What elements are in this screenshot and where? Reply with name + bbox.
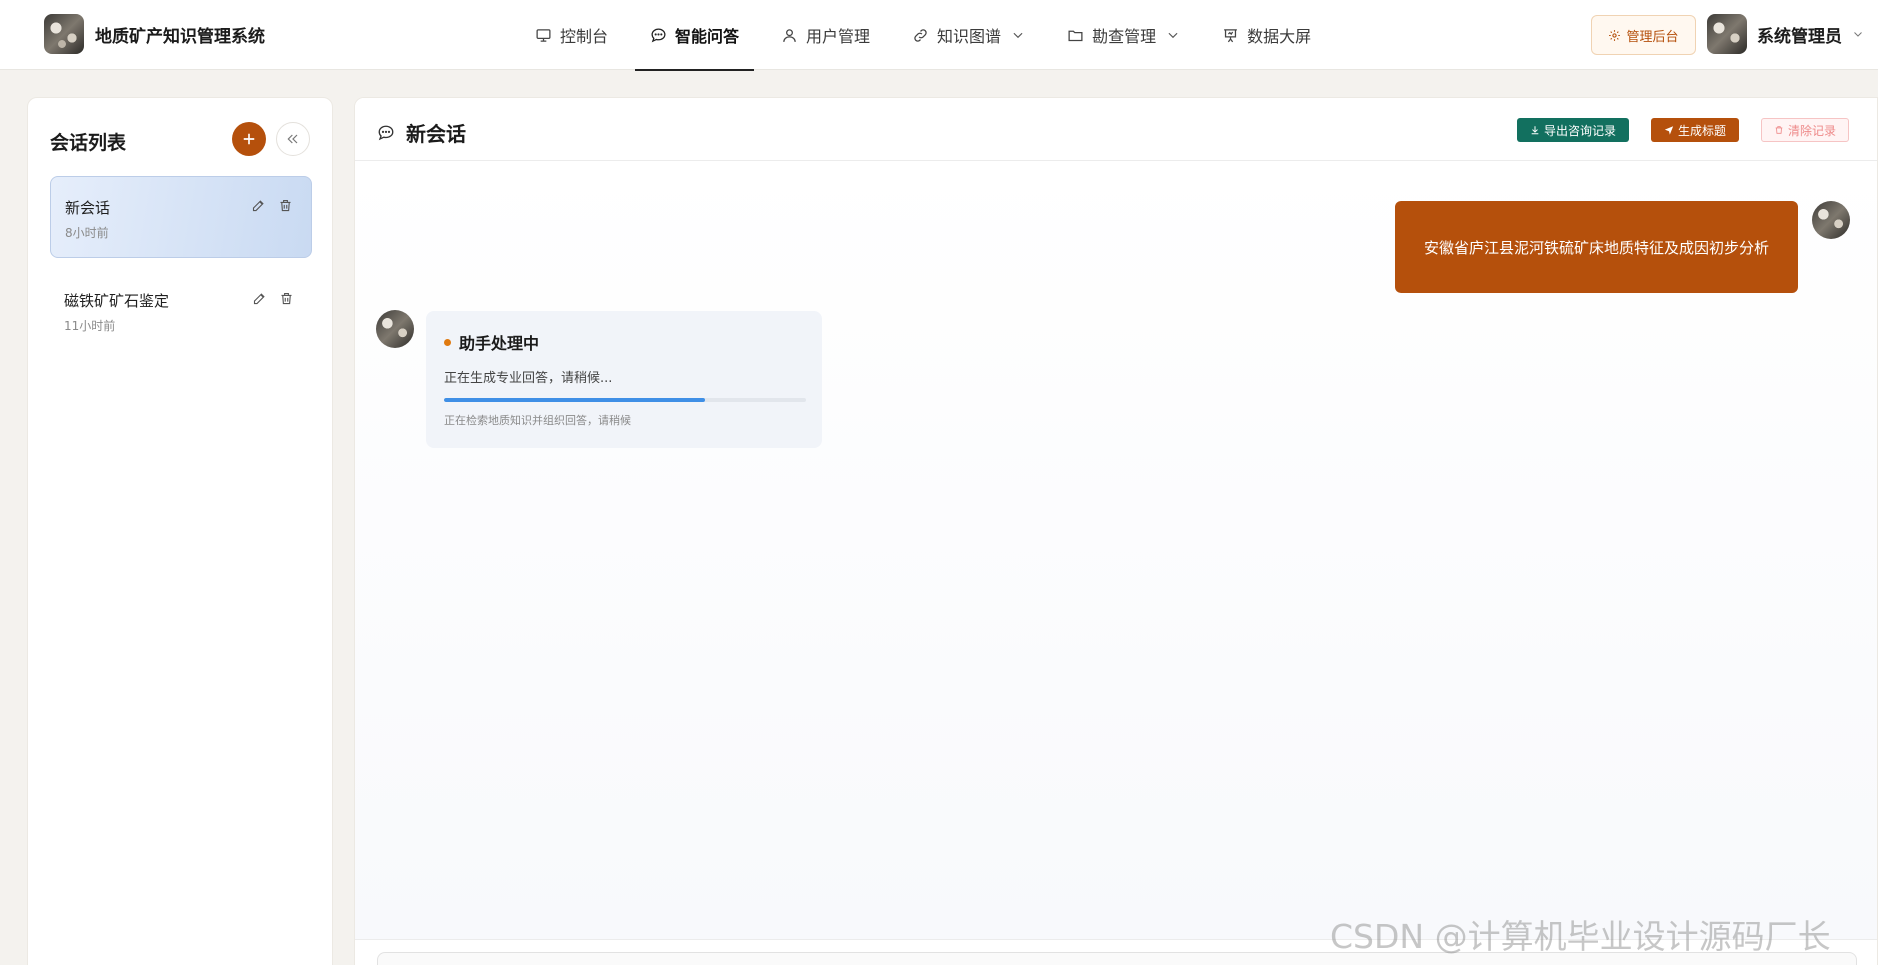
progress-fill <box>444 398 705 402</box>
new-conversation-button[interactable] <box>232 122 266 156</box>
conversation-name: 新会话 <box>65 199 111 217</box>
assistant-avatar <box>376 310 414 348</box>
nav-item-knowledge-graph[interactable]: 知识图谱 <box>897 0 1040 70</box>
main-nav: 控制台 智能问答 用户管理 知识图谱 勘查管理 数据大屏 <box>520 0 1326 71</box>
nav-label: 知识图谱 <box>937 27 1002 46</box>
chat-title: 新会话 <box>377 118 466 147</box>
folder-icon <box>1068 30 1083 41</box>
watermark: CSDN @计算机毕业设计源码厂长 <box>1330 917 1831 956</box>
download-icon <box>1531 126 1539 135</box>
nav-label: 用户管理 <box>806 27 871 46</box>
conversation-actions <box>240 291 294 306</box>
chat-bubble-icon <box>651 27 666 42</box>
nav-item-dashboard[interactable]: 控制台 <box>520 0 623 70</box>
nav-label: 控制台 <box>560 27 609 46</box>
chevron-down-icon <box>1013 32 1023 39</box>
user-name: 系统管理员 <box>1757 26 1842 47</box>
app-logo <box>44 14 84 54</box>
clear-button-label: 清除记录 <box>1787 123 1836 138</box>
chat-panel: 新会话 导出咨询记录 生成标题 清除记录 安徽省庐江县泥河铁硫矿床地质特征及成因… <box>354 97 1878 965</box>
chat-header: 新会话 导出咨询记录 生成标题 清除记录 <box>355 98 1877 161</box>
conversation-name: 磁铁矿矿石鉴定 <box>64 292 170 310</box>
admin-button-label: 管理后台 <box>1626 29 1679 45</box>
top-navbar: 地质矿产知识管理系统 控制台 智能问答 用户管理 知识图谱 勘查管理 数据大屏 … <box>0 0 1878 71</box>
collapse-sidebar-button[interactable] <box>276 122 310 156</box>
edit-icon[interactable] <box>252 291 267 306</box>
double-chevron-left-icon <box>287 134 298 144</box>
nav-label: 数据大屏 <box>1247 27 1312 46</box>
conversation-time: 11小时前 <box>64 319 116 333</box>
sidebar-header: 会话列表 <box>50 120 312 160</box>
monitor-icon <box>536 28 551 42</box>
conversation-item[interactable]: 新会话 8小时前 <box>50 176 312 258</box>
nav-item-exploration-management[interactable]: 勘查管理 <box>1052 0 1195 70</box>
app-title: 地质矿产知识管理系统 <box>95 26 265 47</box>
trash-icon[interactable] <box>278 198 293 213</box>
edit-icon[interactable] <box>251 198 266 213</box>
user-message: 安徽省庐江县泥河铁硫矿床地质特征及成因初步分析 <box>1395 201 1798 293</box>
nav-item-smart-qa[interactable]: 智能问答 <box>635 0 755 71</box>
conversation-actions <box>239 198 293 213</box>
generate-title-button[interactable]: 生成标题 <box>1651 118 1739 142</box>
user-icon <box>783 28 796 42</box>
assistant-status-text: 助手处理中 <box>459 334 540 353</box>
trash-icon <box>1775 126 1783 134</box>
assistant-progress-text: 正在生成专业回答，请稍候... <box>444 371 613 386</box>
assistant-message: 助手处理中 正在生成专业回答，请稍候... 正在检索地质知识并组织回答，请稍候 <box>426 311 822 448</box>
conversation-sidebar: 会话列表 新会话 8小时前 磁铁矿矿石鉴定 11小时前 <box>27 97 333 965</box>
user-message-text: 安徽省庐江县泥河铁硫矿床地质特征及成因初步分析 <box>1423 238 1769 257</box>
assistant-status: 助手处理中 <box>444 330 539 354</box>
conversation-item[interactable]: 磁铁矿矿石鉴定 11小时前 <box>50 270 312 352</box>
chevron-down-icon <box>1168 32 1178 39</box>
presentation-icon <box>1224 28 1237 42</box>
clear-records-button[interactable]: 清除记录 <box>1761 118 1849 142</box>
avatar <box>1707 14 1747 54</box>
gear-icon <box>1609 29 1621 41</box>
export-records-button[interactable]: 导出咨询记录 <box>1517 118 1629 142</box>
brand[interactable]: 地质矿产知识管理系统 <box>44 14 265 54</box>
chat-title-text: 新会话 <box>406 122 466 146</box>
progress-bar <box>444 398 806 402</box>
trash-icon[interactable] <box>279 291 294 306</box>
nav-label: 智能问答 <box>675 27 740 46</box>
generate-title-label: 生成标题 <box>1677 123 1726 138</box>
chat-bubble-icon <box>378 125 394 140</box>
user-avatar <box>1812 201 1850 239</box>
link-icon <box>914 28 927 42</box>
admin-console-button[interactable]: 管理后台 <box>1591 15 1696 55</box>
user-menu[interactable]: 系统管理员 <box>1707 14 1864 54</box>
plus-icon <box>243 133 255 145</box>
chevron-down-icon <box>1854 32 1862 37</box>
assistant-subtext: 正在检索地质知识并组织回答，请稍候 <box>444 414 631 427</box>
nav-label: 勘查管理 <box>1092 27 1157 46</box>
send-icon <box>1664 126 1674 135</box>
nav-item-user-management[interactable]: 用户管理 <box>766 0 885 70</box>
status-dot-icon <box>444 338 451 346</box>
export-button-label: 导出咨询记录 <box>1543 123 1616 138</box>
conversation-time: 8小时前 <box>65 226 109 240</box>
nav-item-data-screen[interactable]: 数据大屏 <box>1207 0 1326 70</box>
sidebar-title: 会话列表 <box>50 132 127 154</box>
message-list: 安徽省庐江县泥河铁硫矿床地质特征及成因初步分析 助手处理中 正在生成专业回答，请… <box>355 162 1877 939</box>
